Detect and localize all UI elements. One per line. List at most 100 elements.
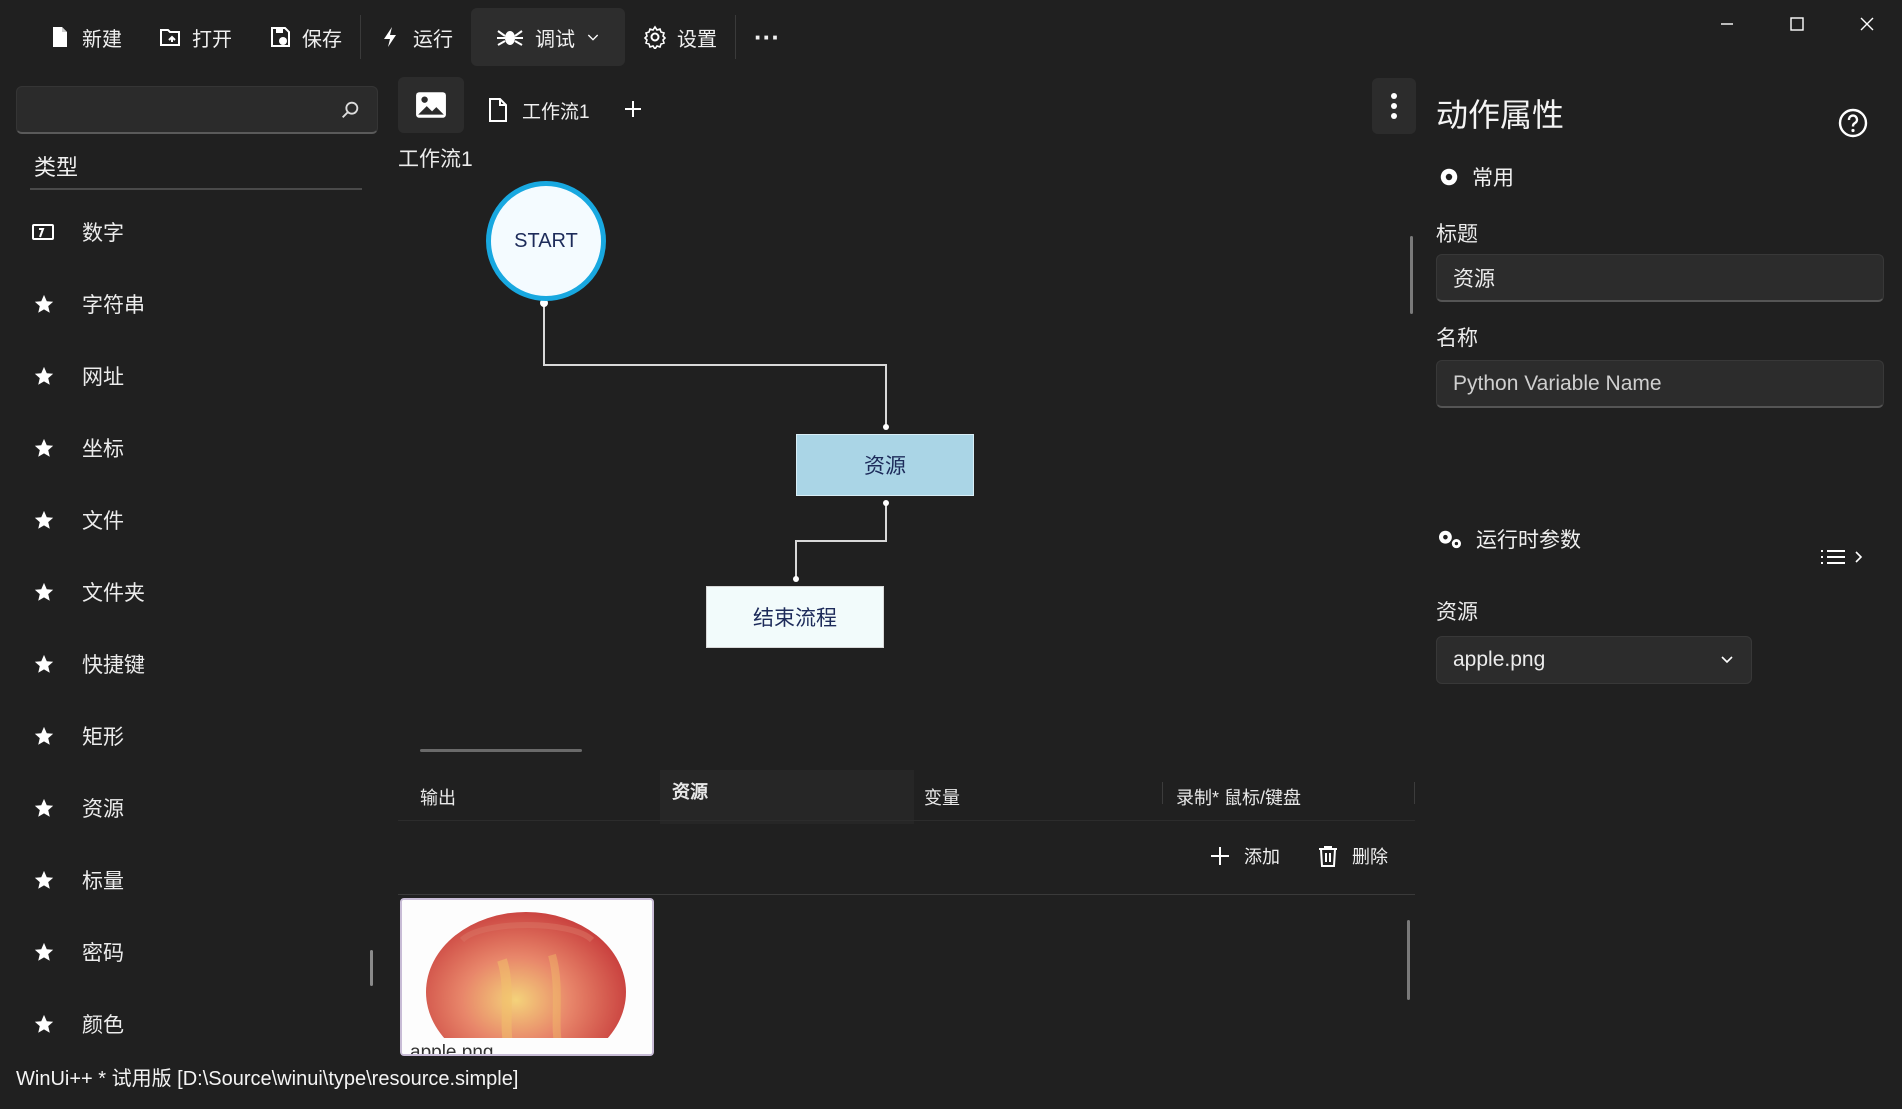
end-node[interactable]: 结束流程 — [706, 586, 884, 648]
type-item[interactable]: 矩形 — [30, 716, 124, 756]
settings-button[interactable]: 设置 — [625, 10, 735, 64]
image-tab-button[interactable] — [398, 77, 464, 133]
type-item-label: 文件夹 — [82, 582, 145, 605]
category-header: 类型 — [34, 155, 79, 180]
tab-workflow1[interactable]: 工作流1 — [476, 88, 602, 132]
chevron-down-icon — [587, 34, 599, 41]
type-item-label: 颜色 — [82, 1014, 124, 1037]
resource-scrollbar[interactable] — [1407, 920, 1410, 1000]
title-label: 标题 — [1436, 223, 1478, 246]
star-icon — [30, 434, 58, 462]
properties-title: 动作属性 — [1436, 97, 1565, 133]
type-item[interactable]: 坐标 — [30, 428, 124, 468]
window-controls — [1692, 0, 1902, 48]
type-item-label: 数字 — [82, 222, 124, 245]
new-button[interactable]: 新建 — [30, 10, 140, 64]
resource-card[interactable]: apple.png — [400, 898, 654, 1056]
help-icon[interactable] — [1838, 108, 1868, 138]
add-button[interactable]: 添加 — [1208, 838, 1280, 874]
image-icon — [416, 92, 446, 118]
tab-variables[interactable]: 变量 — [924, 770, 1164, 824]
resource-node[interactable]: 资源 — [796, 434, 974, 496]
type-item-label: 密码 — [82, 942, 124, 965]
panel-splitter[interactable] — [420, 749, 582, 752]
more-icon: ··· — [754, 21, 780, 52]
delete-button[interactable]: 删除 — [1316, 838, 1388, 874]
resource-filename: apple.png — [410, 1042, 494, 1056]
run-button-label: 运行 — [413, 28, 453, 51]
workflow-title: 工作流1 — [398, 148, 473, 171]
gear-icon — [1440, 168, 1458, 186]
type-item-label: 字符串 — [82, 294, 145, 317]
tab-separator — [1162, 782, 1163, 804]
delete-button-label: 删除 — [1352, 847, 1388, 867]
tab-resources[interactable]: 资源 — [660, 770, 914, 824]
new-button-label: 新建 — [82, 28, 122, 51]
add-tab-icon[interactable] — [620, 96, 646, 122]
tab-separator — [1414, 782, 1415, 804]
star-icon — [30, 1010, 58, 1038]
close-button[interactable] — [1832, 0, 1902, 48]
more-button[interactable]: ··· — [736, 10, 798, 64]
apple-thumbnail — [402, 900, 652, 1054]
type-item[interactable]: 文件夹 — [30, 572, 145, 612]
more-options-button[interactable] — [1372, 78, 1416, 134]
canvas-scrollbar[interactable] — [1410, 236, 1413, 314]
star-icon — [30, 722, 58, 750]
common-section-header: 常用 — [1438, 162, 1514, 192]
debug-button[interactable]: 调试 — [471, 8, 625, 66]
title-value: 资源 — [1453, 267, 1495, 291]
type-item[interactable]: 网址 — [30, 356, 124, 396]
name-label: 名称 — [1436, 327, 1478, 350]
type-item-label: 快捷键 — [82, 654, 145, 677]
status-bar: WinUi++ * 试用版 [D:\Source\winui\type\reso… — [16, 1068, 519, 1090]
common-section-label: 常用 — [1472, 167, 1514, 190]
type-item[interactable]: 密码 — [30, 932, 124, 972]
type-item[interactable]: 字符串 — [30, 284, 145, 324]
list-view-button[interactable] — [1820, 548, 1864, 566]
tab-output[interactable]: 输出 — [420, 770, 660, 824]
star-icon — [30, 794, 58, 822]
title-field[interactable]: 资源 — [1436, 254, 1884, 302]
run-button[interactable]: 运行 — [361, 10, 471, 64]
save-button[interactable]: 保存 — [250, 10, 360, 64]
open-button-label: 打开 — [192, 28, 232, 51]
tab-recording[interactable]: 录制* 鼠标/键盘 — [1176, 770, 1406, 824]
type-item[interactable]: 快捷键 — [30, 644, 145, 684]
chevron-down-icon — [1721, 656, 1733, 664]
tab-label: 工作流1 — [522, 101, 590, 123]
divider — [398, 894, 1415, 895]
maximize-icon — [1790, 17, 1804, 31]
minimize-button[interactable] — [1692, 0, 1762, 48]
start-node[interactable]: START — [486, 181, 606, 301]
open-icon — [160, 29, 180, 46]
type-item[interactable]: 数字 — [30, 212, 124, 252]
kebab-menu-icon — [1391, 93, 1397, 119]
type-item-label: 网址 — [82, 366, 124, 389]
minimize-icon — [1721, 23, 1733, 25]
open-button[interactable]: 打开 — [140, 10, 250, 64]
bug-icon — [497, 30, 523, 46]
save-icon — [271, 27, 290, 47]
type-item-label: 标量 — [82, 870, 124, 893]
type-item[interactable]: 资源 — [30, 788, 124, 828]
type-item-label: 文件 — [82, 510, 124, 533]
left-scrollbar[interactable] — [370, 950, 373, 986]
star-icon — [30, 578, 58, 606]
type-item-label: 坐标 — [82, 438, 124, 461]
workflow-canvas[interactable]: START 资源 结束流程 — [398, 175, 1410, 735]
maximize-button[interactable] — [1762, 0, 1832, 48]
name-field[interactable]: Python Variable Name — [1436, 360, 1884, 408]
search-icon[interactable] — [339, 99, 361, 121]
type-item[interactable]: 颜色 — [30, 1004, 124, 1044]
star-icon — [30, 506, 58, 534]
chevron-right-icon — [1855, 551, 1863, 563]
new-file-icon — [53, 27, 67, 47]
type-item[interactable]: 文件 — [30, 500, 124, 540]
search-input[interactable] — [16, 86, 378, 134]
type-item[interactable]: 标量 — [30, 860, 124, 900]
number-icon — [30, 218, 58, 246]
divider — [398, 820, 1415, 821]
lightning-icon — [384, 27, 396, 47]
resource-select[interactable]: apple.png — [1436, 636, 1752, 684]
